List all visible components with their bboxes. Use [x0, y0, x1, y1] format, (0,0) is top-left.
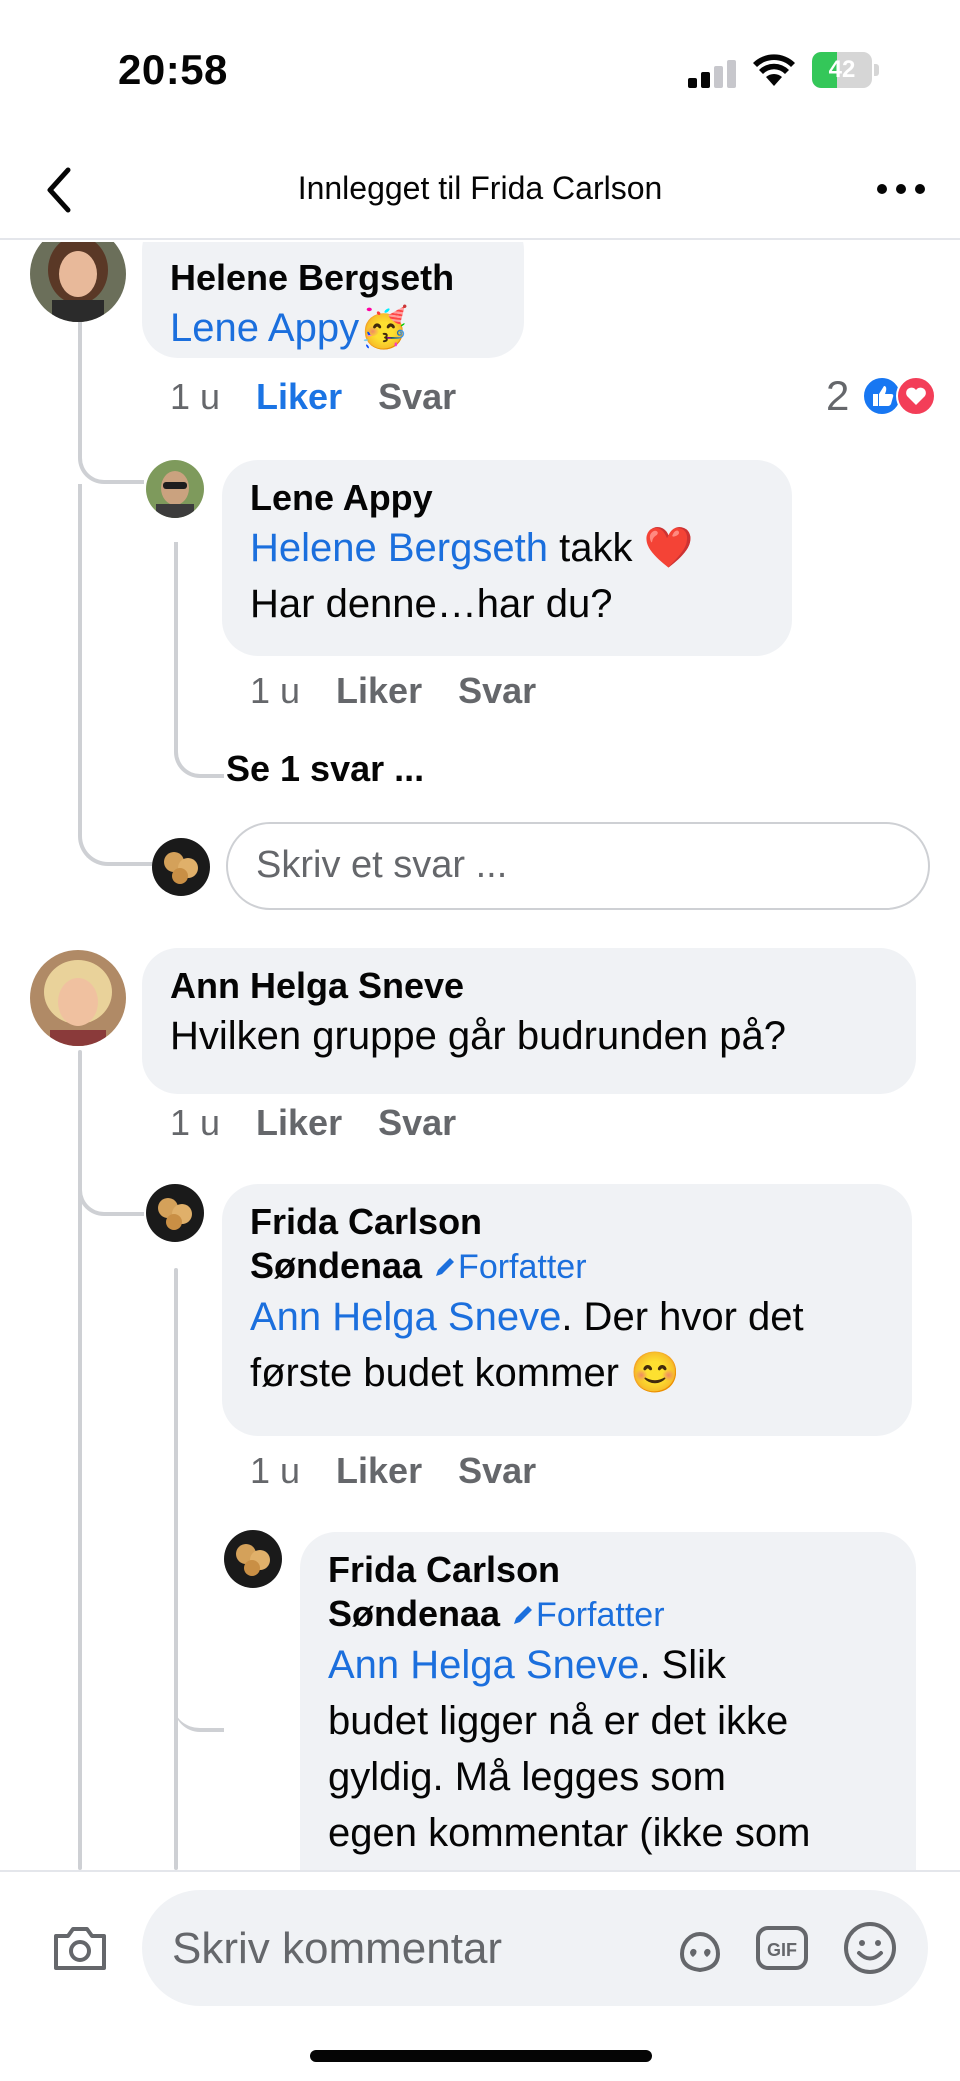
gif-icon[interactable]: GIF	[754, 1922, 810, 1974]
post-header: Innlegget til Frida Carlson	[0, 140, 960, 240]
comment-composer: Skriv kommentar GIF	[0, 1870, 960, 2081]
comment-author[interactable]: Frida Carlson	[328, 1548, 888, 1592]
comments-list: Helene Bergseth Lene Appy🥳 1 u Liker Svar …	[0, 242, 960, 1870]
comment-text-line: budet ligger nå er det ikke	[328, 1699, 789, 1743]
reply-button[interactable]: Svar	[458, 670, 536, 711]
comment-text: Hvilken gruppe går budrunden på?	[170, 1014, 786, 1058]
comment-text-line: egen kommentar (ikke som	[328, 1811, 811, 1855]
camera-icon[interactable]	[50, 1922, 110, 1974]
wifi-icon	[753, 54, 795, 86]
thread-connector	[174, 542, 224, 778]
reply-button[interactable]: Svar	[378, 376, 456, 417]
avatar-helene-bergseth[interactable]	[30, 242, 126, 322]
avatar-ann-helga-sneve[interactable]	[30, 950, 126, 1046]
comment-text-part: . Der hvor det	[561, 1295, 804, 1339]
see-replies-link[interactable]: Se 1 svar ...	[226, 748, 424, 790]
comment-time: 1 u	[170, 1102, 221, 1143]
pencil-icon	[514, 1606, 533, 1624]
comment-author[interactable]: Frida Carlson	[250, 1200, 884, 1244]
like-button[interactable]: Liker	[336, 1450, 422, 1491]
like-button[interactable]: Liker	[256, 1102, 342, 1143]
comment-bubble[interactable]: Frida Carlson Søndenaa Forfatter Ann Helg…	[222, 1184, 912, 1436]
mention-link[interactable]: Lene Appy	[170, 306, 359, 350]
author-surname[interactable]: Søndenaa	[250, 1245, 422, 1286]
avatar-lene-appy[interactable]	[146, 460, 204, 518]
comment-bubble[interactable]: Helene Bergseth Lene Appy🥳	[142, 242, 524, 358]
author-badge-label: Forfatter	[536, 1596, 665, 1634]
like-button[interactable]: Liker	[336, 670, 422, 711]
status-time: 20:58	[118, 46, 228, 93]
thread-connector	[78, 320, 144, 484]
mention-link[interactable]: Helene Bergseth	[250, 526, 548, 570]
comment-bubble[interactable]: Ann Helga Sneve Hvilken gruppe går budru…	[142, 948, 916, 1094]
thread-connector	[174, 1572, 224, 1732]
thread-connector	[78, 484, 154, 866]
comment-author[interactable]: Helene Bergseth	[170, 256, 496, 300]
comment-text-part: takk ❤️	[547, 526, 694, 570]
avatar-current-user	[152, 838, 210, 896]
comment-text-part: . Slik	[639, 1643, 727, 1687]
comment-text: Ann Helga Sneve. Slik	[328, 1637, 888, 1693]
more-options-icon[interactable]	[876, 176, 926, 202]
battery-percent: 42	[828, 56, 856, 83]
comment-input-placeholder: Skriv kommentar	[172, 1924, 503, 1973]
mention-link[interactable]: Ann Helga Sneve	[250, 1295, 561, 1339]
like-button[interactable]: Liker	[256, 376, 342, 417]
home-indicator	[310, 2050, 652, 2062]
avatar-frida-carlson[interactable]	[146, 1184, 204, 1242]
reply-button[interactable]: Svar	[378, 1102, 456, 1143]
thread-line	[174, 1268, 178, 1870]
emoji-icon[interactable]	[842, 1920, 898, 1976]
comment-author-surname[interactable]: Søndenaa Forfatter	[250, 1244, 884, 1289]
reply-button[interactable]: Svar	[458, 1450, 536, 1491]
comment-text: Lene Appy🥳	[170, 300, 496, 356]
battery-icon: 42	[812, 52, 880, 88]
reply-input[interactable]: Skriv et svar ...	[226, 822, 930, 910]
comment-text-line: Har denne…har du?	[250, 582, 613, 626]
comment-actions: 1 u Liker Svar	[250, 1450, 572, 1492]
status-bar: 20:58 42	[0, 0, 960, 140]
comment-time: 1 u	[250, 670, 301, 711]
comment-author-surname[interactable]: Søndenaa Forfatter	[328, 1592, 888, 1637]
comment-time: 1 u	[170, 376, 221, 417]
comment-emoji: 🥳	[359, 306, 409, 350]
comment-actions: 1 u Liker Svar	[170, 1102, 492, 1144]
comment-bubble[interactable]: Lene Appy Helene Bergseth takk ❤️ Har de…	[222, 460, 792, 656]
comment-text: Helene Bergseth takk ❤️	[250, 520, 764, 576]
comment-input[interactable]: Skriv kommentar GIF	[142, 1890, 928, 2006]
author-badge-label: Forfatter	[458, 1248, 587, 1286]
page-title: Innlegget til Frida Carlson	[297, 170, 663, 206]
avatar-sticker-icon[interactable]	[670, 1918, 730, 1978]
comment-author[interactable]: Lene Appy	[250, 476, 764, 520]
comment-time: 1 u	[250, 1450, 301, 1491]
gif-label: GIF	[767, 1940, 797, 1960]
reaction-count: 2	[826, 372, 850, 419]
avatar-frida-carlson[interactable]	[224, 1530, 282, 1588]
author-badge: Forfatter	[510, 1596, 665, 1634]
thread-connector	[78, 1122, 144, 1216]
comment-text: Ann Helga Sneve. Der hvor det	[250, 1289, 884, 1345]
comment-text-line: første budet kommer 😊	[250, 1351, 680, 1395]
comment-actions: 1 u Liker Svar	[250, 670, 572, 712]
author-badge: Forfatter	[432, 1248, 587, 1286]
mention-link[interactable]: Ann Helga Sneve	[328, 1643, 639, 1687]
comment-author[interactable]: Ann Helga Sneve	[170, 964, 888, 1008]
author-surname[interactable]: Søndenaa	[328, 1593, 500, 1634]
comment-actions: 1 u Liker Svar	[170, 376, 492, 418]
cellular-signal-icon	[688, 60, 736, 88]
comment-bubble[interactable]: Frida Carlson Søndenaa Forfatter Ann Helg…	[300, 1532, 916, 1870]
pencil-icon	[436, 1258, 455, 1276]
comment-text-line: gyldig. Må legges som	[328, 1755, 726, 1799]
love-icon	[896, 376, 936, 416]
